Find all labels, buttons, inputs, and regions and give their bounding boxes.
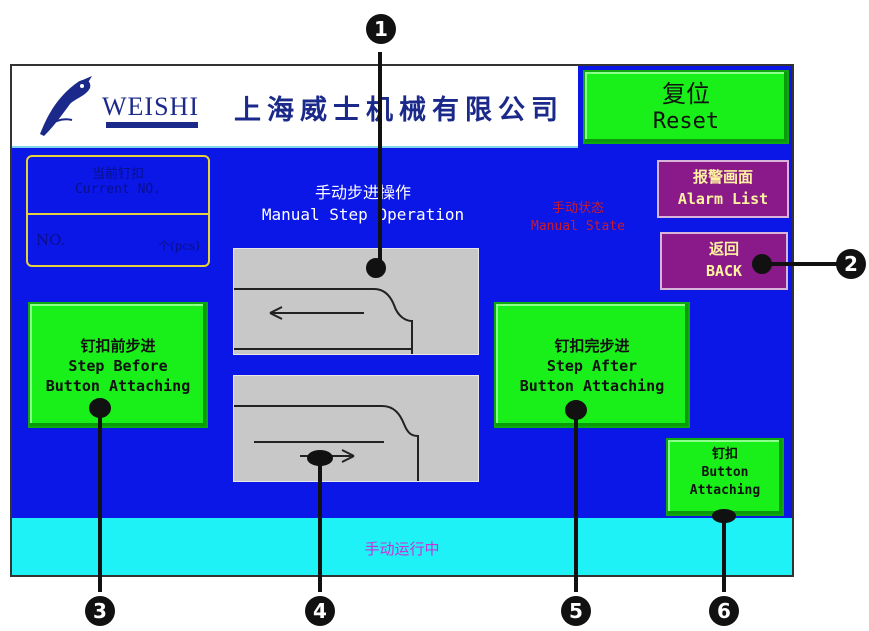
step-diagram-top-graphic	[234, 288, 413, 354]
reset-button[interactable]: 复位 Reset	[583, 70, 789, 144]
bird-logo-icon	[40, 76, 92, 136]
page-title-en: Manual Step Operation	[261, 205, 465, 224]
manual-state-en: Manual State	[531, 219, 625, 234]
attach-label-en2: Attaching	[689, 483, 761, 498]
company-name: 上海威士机械有限公司	[234, 95, 564, 126]
step-diagram-bottom	[233, 375, 479, 482]
brand-underline	[106, 122, 198, 128]
step-before-label-zh: 钉扣前步进	[80, 337, 156, 355]
alarm-list-label-zh: 报警画面	[692, 168, 753, 186]
current-count-label-zh: 当前钉扣	[91, 167, 144, 182]
page-title: 手动步进操作 Manual Step Operation	[228, 182, 498, 226]
callout-2: 2	[836, 249, 866, 279]
count-unit-label: 个(pcs)	[158, 239, 200, 253]
status-text: 手动运行中	[364, 540, 440, 558]
current-count-label-en: Current NO.	[74, 182, 162, 197]
status-bar: 手动运行中	[12, 518, 792, 575]
attach-label-zh: 钉扣	[711, 447, 738, 462]
current-count-box: 当前钉扣 Current NO. NO. 个(pcs)	[26, 155, 210, 267]
reset-label-en: Reset	[652, 109, 720, 134]
step-after-label-en2: Button Attaching	[519, 377, 665, 395]
back-button[interactable]: 返回 BACK	[660, 232, 788, 290]
back-label-en: BACK	[705, 262, 743, 280]
alarm-list-label-en: Alarm List	[677, 190, 769, 208]
step-before-label-en2: Button Attaching	[45, 377, 191, 395]
callout-4: 4	[305, 596, 335, 626]
manual-state-indicator: 手动状态 Manual State	[512, 200, 644, 236]
manual-state-zh: 手动状态	[551, 201, 604, 216]
step-after-attaching-button[interactable]: 钉扣完步进 Step After Button Attaching	[494, 302, 690, 428]
count-no-label: NO.	[36, 231, 66, 249]
callout-6: 6	[709, 596, 739, 626]
alarm-list-button[interactable]: 报警画面 Alarm List	[657, 160, 789, 218]
step-after-label-en1: Step After	[546, 357, 638, 375]
header-bar: WEISHI 上海威士机械有限公司	[12, 66, 578, 148]
back-label-zh: 返回	[708, 240, 739, 258]
callout-1: 1	[366, 14, 396, 44]
page-title-zh: 手动步进操作	[314, 183, 411, 202]
current-count-header: 当前钉扣 Current NO.	[28, 157, 208, 215]
step-diagram-bottom-graphic	[234, 405, 419, 481]
callout-5: 5	[561, 596, 591, 626]
callout-3: 3	[85, 596, 115, 626]
button-attaching-button[interactable]: 钉扣 Button Attaching	[666, 438, 784, 516]
attach-label-en1: Button	[701, 465, 749, 480]
step-before-attaching-button[interactable]: 钉扣前步进 Step Before Button Attaching	[28, 302, 208, 428]
step-after-label-zh: 钉扣完步进	[554, 337, 630, 355]
step-diagram-top	[233, 248, 479, 355]
reset-label-zh: 复位	[662, 80, 710, 108]
brand-logo-text: WEISHI	[102, 92, 199, 121]
step-before-label-en1: Step Before	[68, 357, 168, 375]
